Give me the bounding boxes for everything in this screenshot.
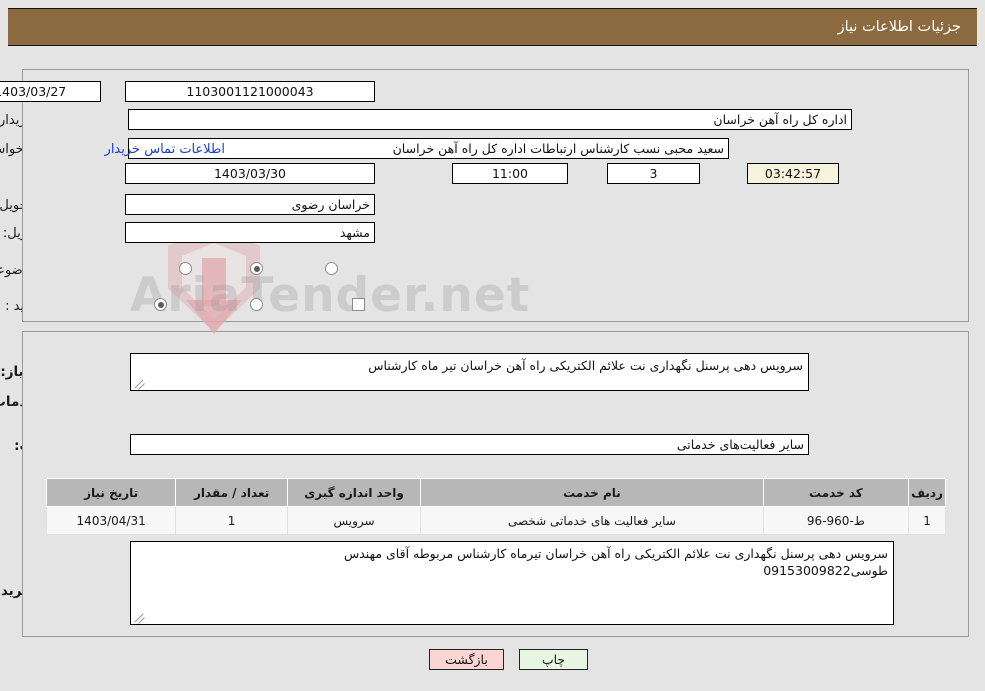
radio-category-service[interactable] <box>250 262 263 275</box>
page-root: جزئیات اطلاعات نیاز شماره نیاز: 11030011… <box>0 0 985 691</box>
deadline-hour-value: 11:00 <box>452 163 568 184</box>
back-button[interactable]: بازگشت <box>429 649 504 670</box>
remaining-days-value: 3 <box>607 163 700 184</box>
radio-process-minor[interactable] <box>154 298 167 311</box>
services-table: ردیف کد خدمت نام خدمت واحد اندازه گیری ت… <box>45 478 946 535</box>
radio-category-goods[interactable] <box>179 262 192 275</box>
countdown-timer: 03:42:57 <box>747 163 839 184</box>
announce-datetime-value: 1403/03/27 - 06:34 <box>0 81 101 102</box>
cell-service-name: سایر فعالیت های خدماتی شخصی <box>420 506 764 535</box>
cell-need-date: 1403/04/31 <box>45 506 177 535</box>
radio-category-goods-service[interactable] <box>325 262 338 275</box>
print-button[interactable]: چاپ <box>519 649 588 670</box>
delivery-city-value: مشهد <box>125 222 375 243</box>
general-description-value: سرویس دهی پرسنل نگهداری نت علائم الکتریک… <box>368 358 803 373</box>
cell-measure-unit: سرویس <box>286 506 422 535</box>
col-radif: ردیف <box>908 478 946 507</box>
table-header-row: ردیف کد خدمت نام خدمت واحد اندازه گیری ت… <box>45 478 946 507</box>
cell-service-code: ط-960-96 <box>762 506 910 535</box>
col-quantity: تعداد / مقدار <box>175 478 288 507</box>
delivery-province-value: خراسان رضوی <box>125 194 375 215</box>
buyer-contact-link[interactable]: اطلاعات تماس خریدار <box>105 142 225 157</box>
page-title: جزئیات اطلاعات نیاز <box>837 19 961 35</box>
cell-radif: 1 <box>908 506 946 535</box>
cell-quantity: 1 <box>175 506 288 535</box>
col-measure-unit: واحد اندازه گیری <box>286 478 422 507</box>
resize-grip-icon <box>134 377 145 390</box>
buyer-org-value: اداره کل راه آهن خراسان <box>128 109 852 130</box>
resize-grip-icon <box>134 611 145 624</box>
col-service-name: نام خدمت <box>420 478 764 507</box>
col-need-date: تاریخ نیاز <box>45 478 177 507</box>
col-service-code: کد خدمت <box>762 478 910 507</box>
general-description-textarea[interactable]: سرویس دهی پرسنل نگهداری نت علائم الکتریک… <box>130 353 809 391</box>
need-number-value: 1103001121000043 <box>125 81 375 102</box>
page-header: جزئیات اطلاعات نیاز <box>8 8 977 46</box>
deadline-date-value: 1403/03/30 <box>125 163 375 184</box>
buyer-notes-line1: سرویس دهی پرسنل نگهداری نت علائم الکتریک… <box>343 546 888 561</box>
checkbox-islamic-treasury-documents[interactable] <box>352 298 365 311</box>
buyer-notes-line2: طوسی09153009822 <box>763 563 888 578</box>
buyer-notes-textarea[interactable]: سرویس دهی پرسنل نگهداری نت علائم الکتریک… <box>130 541 894 625</box>
service-group-value: سایر فعالیت‌های خدماتی <box>130 434 809 455</box>
table-row: 1 ط-960-96 سایر فعالیت های خدماتی شخصی س… <box>45 506 946 535</box>
radio-process-medium[interactable] <box>250 298 263 311</box>
